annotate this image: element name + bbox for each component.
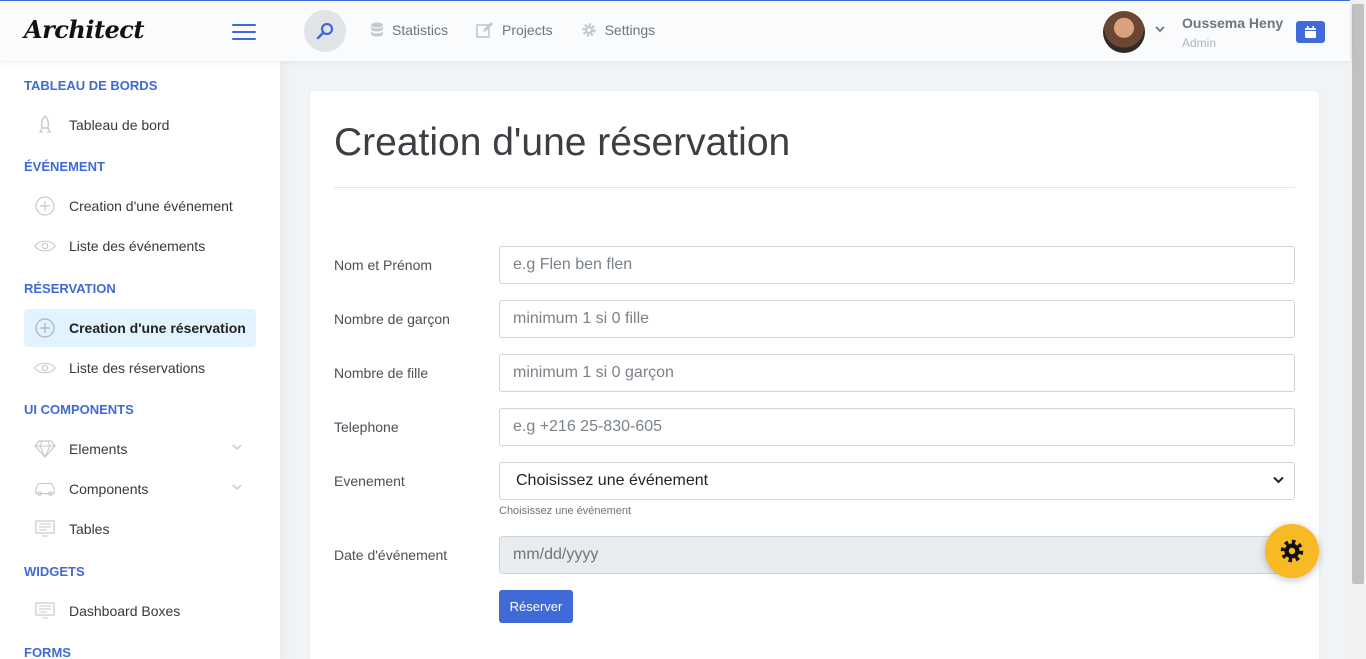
page-title: Creation d'une réservation <box>334 121 791 164</box>
app-logo[interactable]: Architect <box>24 15 145 44</box>
user-role: Admin <box>1182 36 1217 50</box>
sidebar-item-dashboard-boxes[interactable]: Dashboard Boxes <box>24 592 256 630</box>
sidebar-section-reservations: RÉSERVATION <box>24 281 116 296</box>
chevron-down-icon <box>232 444 242 450</box>
sidebar-item-tables[interactable]: Tables <box>24 510 256 548</box>
chevron-down-icon <box>1273 476 1284 484</box>
eye-icon <box>34 236 56 256</box>
date-input[interactable]: mm/dd/yyyy <box>499 536 1295 574</box>
girls-count-input[interactable] <box>499 354 1295 392</box>
reserve-button[interactable]: Réserver <box>499 590 573 623</box>
chevron-down-icon <box>232 484 242 490</box>
car-icon <box>34 479 56 499</box>
sidebar-item-event-list[interactable]: Liste des événements <box>24 227 256 265</box>
database-icon <box>371 22 383 37</box>
nav-projects[interactable]: Projects <box>476 22 553 38</box>
search-button[interactable] <box>304 10 346 52</box>
plus-circle-icon <box>34 318 56 338</box>
sidebar-item-label: Tables <box>69 521 110 537</box>
date-label: Date d'événement <box>334 547 448 563</box>
rocket-icon <box>34 115 56 135</box>
sidebar-item-create-reservation[interactable]: Creation d'une réservation <box>24 309 256 347</box>
calendar-icon <box>1305 25 1316 38</box>
nav-settings[interactable]: Settings <box>581 22 656 38</box>
boys-count-label: Nombre de garçon <box>334 311 450 327</box>
sidebar-item-create-event[interactable]: Creation d'une événement <box>24 187 256 225</box>
title-divider <box>334 187 1295 188</box>
sidebar-item-label: Dashboard Boxes <box>69 603 181 619</box>
name-label: Nom et Prénom <box>334 257 433 273</box>
top-nav: Statistics Projects Settings <box>370 22 655 38</box>
sidebar-item-label: Components <box>69 481 149 497</box>
nav-settings-label: Settings <box>604 22 656 38</box>
sidebar-section-ui-components: UI COMPONENTS <box>24 402 134 417</box>
phone-input[interactable] <box>499 408 1295 446</box>
chevron-down-icon[interactable] <box>1155 25 1165 33</box>
scrollbar-thumb[interactable] <box>1352 4 1364 584</box>
theme-settings-button[interactable] <box>1265 524 1319 578</box>
name-input[interactable] <box>499 246 1295 284</box>
reservation-form-card: Creation d'une réservation Nom et Prénom… <box>310 91 1319 659</box>
sidebar: TABLEAU DE BORDS Tableau de bord ÉVÉNEME… <box>0 61 280 659</box>
sidebar-item-elements[interactable]: Elements <box>24 430 256 468</box>
nav-statistics[interactable]: Statistics <box>370 22 448 38</box>
sidebar-item-components[interactable]: Components <box>24 470 256 508</box>
plus-circle-icon <box>34 196 56 216</box>
event-help-text: Choisissez une événement <box>499 505 632 517</box>
monitor-icon <box>34 519 56 539</box>
event-select-value: Choisissez une événement <box>516 472 709 489</box>
edit-icon <box>476 22 494 38</box>
sidebar-item-label: Tableau de bord <box>69 117 170 133</box>
page-scrollbar[interactable] <box>1350 0 1366 659</box>
girls-count-label: Nombre de fille <box>334 365 429 381</box>
sidebar-section-forms: FORMS <box>24 645 71 659</box>
boys-count-input[interactable] <box>499 300 1295 338</box>
sidebar-item-reservation-list[interactable]: Liste des réservations <box>24 349 256 387</box>
sidebar-item-label: Liste des événements <box>69 238 206 254</box>
nav-statistics-label: Statistics <box>392 22 449 38</box>
menu-toggle-button[interactable] <box>232 24 256 40</box>
sidebar-section-widgets: WIDGETS <box>24 564 85 579</box>
calendar-button[interactable] <box>1296 21 1325 43</box>
gear-icon <box>581 23 596 37</box>
diamond-icon <box>34 439 56 459</box>
sidebar-item-label: Creation d'une événement <box>69 198 233 214</box>
sidebar-item-dashboard[interactable]: Tableau de bord <box>24 106 256 144</box>
monitor-icon <box>34 601 56 621</box>
sidebar-item-label: Liste des réservations <box>69 360 206 376</box>
sidebar-item-label: Elements <box>69 441 128 457</box>
top-bar: Architect Statistics Projects Settings O… <box>0 0 1350 61</box>
user-name: Oussema Heny <box>1182 15 1284 31</box>
sidebar-section-dashboards: TABLEAU DE BORDS <box>24 78 158 93</box>
event-select[interactable]: Choisissez une événement <box>499 462 1295 500</box>
search-icon <box>316 22 334 40</box>
phone-label: Telephone <box>334 419 399 435</box>
date-input-value: mm/dd/yyyy <box>513 546 599 563</box>
avatar[interactable] <box>1103 11 1145 53</box>
event-label: Evenement <box>334 473 405 489</box>
nav-projects-label: Projects <box>502 22 553 38</box>
sidebar-item-label: Creation d'une réservation <box>69 320 246 336</box>
gear-icon <box>1280 539 1304 563</box>
eye-icon <box>34 358 56 378</box>
sidebar-section-events: ÉVÉNEMENT <box>24 159 105 174</box>
